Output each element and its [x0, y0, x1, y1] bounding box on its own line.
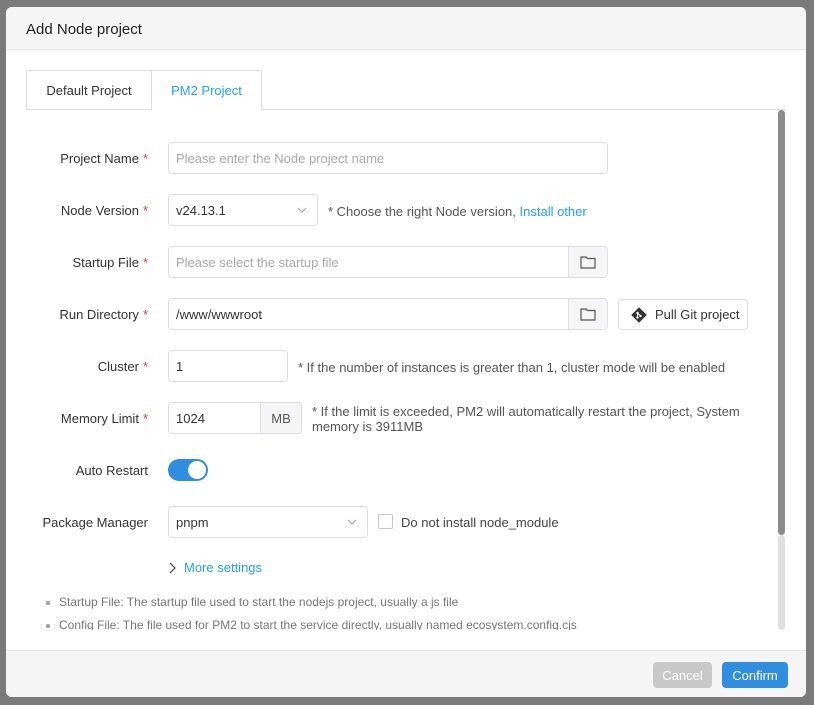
run-directory-label: Run Directory * [59, 307, 148, 322]
chevron-right-icon [169, 562, 176, 573]
startup-file-input[interactable]: Please select the startup file [168, 246, 570, 278]
chevron-down-icon [347, 519, 357, 525]
auto-restart-toggle[interactable] [168, 459, 208, 481]
memory-limit-label: Memory Limit * [60, 411, 148, 426]
package-manager-select[interactable]: pnpm [168, 506, 368, 538]
scrollbar-thumb[interactable] [778, 110, 785, 535]
cancel-button[interactable]: Cancel [653, 662, 712, 688]
startup-file-browse-button[interactable] [568, 246, 608, 278]
memory-limit-input[interactable]: 1024 [168, 402, 262, 434]
confirm-button[interactable]: Confirm [722, 662, 788, 688]
dialog-footer: Cancel Confirm [6, 650, 806, 697]
tab-default-project[interactable]: Default Project [26, 70, 152, 110]
install-other-link[interactable]: Install other [520, 204, 587, 219]
auto-restart-label: Auto Restart [75, 463, 148, 478]
add-node-project-dialog: Add Node project Default Project PM2 Pro… [6, 7, 806, 697]
tab-pm2-project[interactable]: PM2 Project [151, 70, 262, 111]
memory-limit-hint: * If the limit is exceeded, PM2 will aut… [312, 404, 740, 434]
cluster-label: Cluster * [97, 359, 148, 374]
dialog-title: Add Node project [26, 21, 142, 38]
more-settings-toggle[interactable]: More settings [168, 560, 262, 575]
startup-file-label: Startup File * [72, 255, 148, 270]
skip-node-modules-label: Do not install node_module [401, 515, 559, 530]
node-version-select[interactable]: v24.13.1 [168, 194, 318, 226]
folder-icon [580, 256, 596, 269]
notes-area: Startup File: The startup file used to s… [26, 587, 776, 630]
folder-icon [580, 308, 596, 321]
node-version-label: Node Version * [60, 203, 148, 218]
skip-node-modules-checkbox[interactable] [378, 514, 393, 529]
note-startup-file: Startup File: The startup file used to s… [46, 595, 577, 609]
cluster-input[interactable]: 1 [168, 350, 288, 382]
run-directory-browse-button[interactable] [568, 298, 608, 330]
project-name-input[interactable]: Please enter the Node project name [168, 142, 608, 174]
scrollbar-track [778, 535, 785, 630]
package-manager-label: Package Manager [42, 515, 148, 530]
project-type-tabs: Default Project PM2 Project [26, 70, 786, 111]
cluster-hint: * If the number of instances is greater … [298, 360, 726, 375]
git-icon [631, 306, 647, 323]
dialog-header: Add Node project [6, 7, 806, 50]
node-version-hint: * Choose the right Node version, Install… [328, 204, 587, 219]
memory-unit-label: MB [260, 402, 302, 434]
run-directory-input[interactable]: /www/wwwroot [168, 298, 570, 330]
note-config-file: Config File: The file used for PM2 to st… [46, 618, 577, 630]
chevron-down-icon [297, 207, 307, 213]
project-name-label: Project Name * [60, 151, 148, 166]
pull-git-project-button[interactable]: Pull Git project [618, 299, 748, 330]
